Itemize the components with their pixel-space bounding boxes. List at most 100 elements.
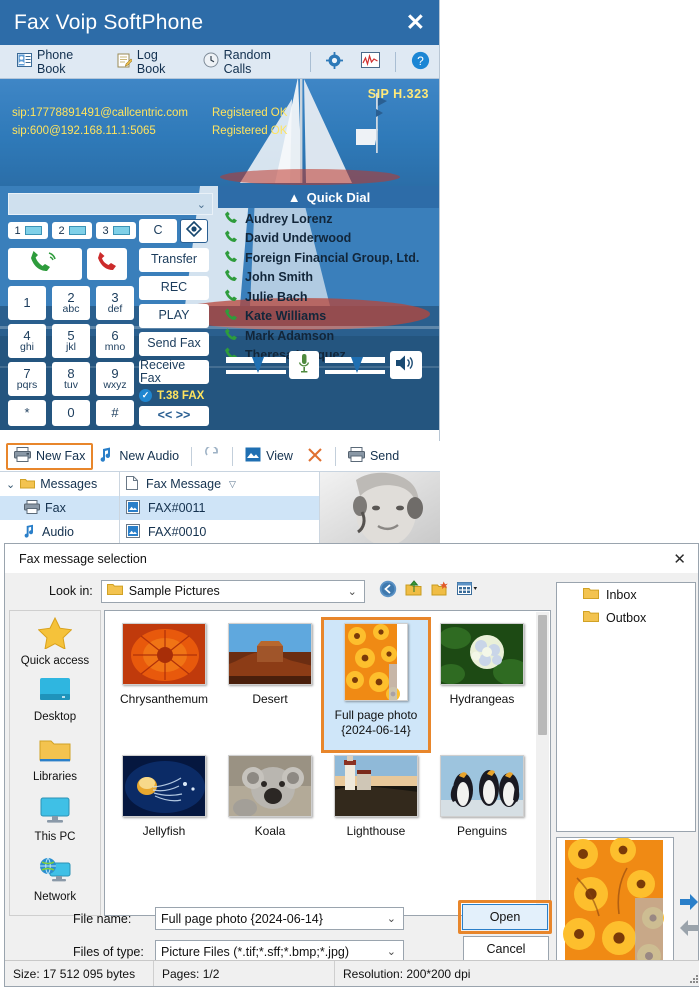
file-name-label: Jellyfish [142,824,186,838]
rec-button[interactable]: REC [139,276,209,300]
folder-icon [106,583,123,599]
help-button[interactable]: ? [402,45,439,78]
receive-fax-button[interactable]: Receive Fax [139,358,209,385]
list-item[interactable]: FAX#0011 [120,496,319,520]
file-name-input[interactable]: Full page photo {2024-06-14} ⌄ [155,907,404,930]
quick-dial-contact[interactable]: Foreign Financial Group, Ltd. [218,248,439,268]
hangup-button[interactable] [87,248,127,280]
quick-dial-header[interactable]: ▲ Quick Dial [218,186,439,208]
line-button-2[interactable]: 2 [52,222,92,239]
key-star[interactable]: * [8,400,46,426]
new-audio-button[interactable]: New Audio [93,443,186,469]
navigator-diamond-icon [185,221,203,240]
up-folder-icon[interactable] [405,580,423,602]
key-5[interactable]: 5 jkl [52,324,90,358]
call-button[interactable] [8,248,82,280]
folder-item-inbox[interactable]: Inbox [557,583,695,606]
place-desktop[interactable]: Desktop [10,671,100,731]
tab-log-book[interactable]: Log Book [108,45,194,78]
key-9[interactable]: 9 wxyz [96,362,134,396]
key-7[interactable]: 7 pqrs [8,362,46,396]
file-item-jellyfish[interactable]: Jellyfish [111,751,217,883]
file-item-koala[interactable]: Koala [217,751,323,883]
chevron-down-icon[interactable]: ⌄ [387,912,399,925]
file-item-penguins[interactable]: Penguins [429,751,535,883]
t38-fax-toggle[interactable]: ✓ T.38 FAX [139,389,204,402]
place-network[interactable]: Network [10,851,100,911]
place-this-pc[interactable]: This PC [10,791,100,851]
list-column-header[interactable]: Fax Message ▽ [120,472,319,496]
send-button[interactable]: Send [341,443,406,469]
file-item-chrysanthemum[interactable]: Chrysanthemum [111,619,217,751]
look-in-combo[interactable]: Sample Pictures ⌄ [100,579,365,603]
key-9-sub: wxyz [103,379,127,392]
send-fax-button[interactable]: Send Fax [139,332,209,356]
key-3[interactable]: 3 def [96,286,134,320]
next-page-arrow-icon[interactable] [678,891,699,913]
chevron-down-icon[interactable]: ⌄ [348,585,360,598]
resize-grip[interactable] [686,961,699,986]
sort-indicator-icon[interactable]: ▽ [229,479,236,490]
place-quick-access[interactable]: Quick access [10,611,100,671]
file-item-desert[interactable]: Desert [217,619,323,751]
microphone-volume-slider[interactable] [226,355,286,386]
quick-dial-contact[interactable]: John Smith [218,268,439,288]
key-0[interactable]: 0 [52,400,90,426]
quick-dial-contact[interactable]: Julie Bach [218,287,439,307]
column-header-label: Fax Message [146,477,222,491]
refresh-button[interactable] [197,443,227,469]
speaker-button[interactable] [390,351,422,379]
line-button-1[interactable]: 1 [8,222,48,239]
quick-dial-contact[interactable]: David Underwood [218,229,439,249]
back-arrow-icon[interactable] [379,580,397,603]
tree-item-fax[interactable]: Fax [0,496,119,520]
key-8[interactable]: 8 tuv [52,362,90,396]
statistics-button[interactable] [352,45,389,78]
file-list-scrollbar[interactable] [536,612,549,916]
expand-button[interactable]: << >> [139,406,209,426]
scrollbar-thumb[interactable] [538,615,547,735]
microphone-button[interactable] [289,351,319,379]
status-pages: Pages: 1/2 [162,966,220,981]
place-libraries[interactable]: Libraries [10,731,100,791]
key-6[interactable]: 6 mno [96,324,134,358]
view-button[interactable]: View [238,443,300,469]
key-1[interactable]: 1 [8,286,46,320]
key-hash[interactable]: # [96,400,134,426]
quick-dial-contact[interactable]: Kate Williams [218,307,439,327]
file-item-full-page-photo[interactable]: Full page photo {2024-06-14} [321,617,431,753]
quick-dial-contact[interactable]: Audrey Lorenz [218,209,439,229]
tab-random-calls[interactable]: Random Calls [194,45,305,78]
navigator-button[interactable] [180,219,208,243]
speaker-volume-slider[interactable] [325,355,385,386]
chevron-down-icon[interactable]: ⌄ [6,478,15,491]
play-button[interactable]: PLAY [139,304,209,328]
dialog-close-icon[interactable]: ✕ [673,550,686,568]
tab-phone-book[interactable]: Phone Book [8,45,108,78]
list-item[interactable]: FAX#0010 [120,520,319,544]
tree-item-messages[interactable]: ⌄ Messages [0,472,119,496]
new-folder-icon[interactable] [431,580,449,602]
delete-button[interactable] [300,443,330,469]
key-2[interactable]: 2 abc [52,286,90,320]
key-4[interactable]: 4 ghi [8,324,46,358]
file-item-hydrangeas[interactable]: Hydrangeas [429,619,535,751]
tree-item-audio[interactable]: Audio [0,520,119,544]
dial-input[interactable]: ⌄ [8,193,213,215]
open-button[interactable]: Open [462,904,548,930]
folder-item-outbox[interactable]: Outbox [557,606,695,629]
close-icon[interactable]: ✕ [406,11,425,34]
new-fax-button[interactable]: New Fax [6,442,94,470]
file-item-lighthouse[interactable]: Lighthouse [323,751,429,883]
transfer-button[interactable]: Transfer [139,248,209,272]
clear-button[interactable]: C [139,219,177,243]
chevron-down-icon[interactable]: ⌄ [387,945,399,958]
view-mode-icon[interactable] [456,581,479,602]
chevron-down-icon[interactable]: ⌄ [197,198,206,211]
settings-button[interactable] [317,45,352,78]
line-button-3[interactable]: 3 [96,222,136,239]
cancel-button[interactable]: Cancel [463,936,549,962]
quick-dial-contact[interactable]: Mark Adamson [218,326,439,346]
prev-page-arrow-icon[interactable] [678,917,699,939]
file-thumbnail [344,623,408,701]
